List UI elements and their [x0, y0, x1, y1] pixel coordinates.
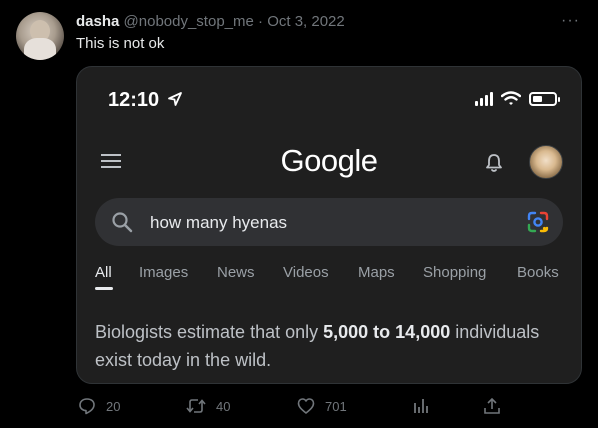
search-bar[interactable]: how many hyenas: [95, 198, 563, 246]
status-time-text: 12:10: [108, 89, 160, 111]
google-logo[interactable]: Google: [77, 143, 581, 179]
share-icon: [484, 397, 500, 414]
like-button[interactable]: 701: [297, 397, 347, 415]
battery-icon: [529, 91, 560, 106]
author-handle[interactable]: @nobody_stop_me: [124, 13, 254, 30]
bell-icon[interactable]: [485, 153, 503, 173]
header-separator: ·: [258, 13, 264, 30]
author-name[interactable]: dasha: [76, 13, 119, 30]
featured-answer: Biologists estimate that only 5,000 to 1…: [95, 318, 565, 374]
location-arrow-icon: [167, 92, 182, 106]
battery-level: [533, 95, 542, 102]
account-avatar[interactable]: [529, 145, 563, 179]
status-bar-icons: [475, 91, 560, 106]
analytics-button[interactable]: [413, 397, 429, 415]
like-count: 701: [325, 398, 347, 414]
like-icon: [297, 398, 315, 414]
reply-icon: [79, 398, 95, 415]
retweet-button[interactable]: 40: [186, 397, 230, 415]
reply-count: 20: [106, 398, 121, 414]
signal-icon: [475, 91, 493, 106]
tweet-media-screenshot[interactable]: 12:10 Google how many hyenas All Images …: [76, 66, 582, 384]
answer-highlight: 5,000 to 14,000: [323, 322, 451, 342]
more-options-icon[interactable]: ···: [561, 12, 580, 30]
share-button[interactable]: [483, 397, 501, 415]
reply-button[interactable]: 20: [78, 397, 120, 415]
analytics-icon: [414, 399, 428, 413]
tweet-header: dasha @nobody_stop_me · Oct 3, 2022: [76, 13, 345, 30]
tab-books[interactable]: Books: [517, 264, 559, 281]
answer-prefix: Biologists estimate that only: [95, 322, 319, 342]
search-icon[interactable]: [111, 211, 133, 233]
avatar-body: [24, 38, 56, 60]
tab-all[interactable]: All: [95, 264, 112, 281]
status-bar-time: 12:10: [108, 89, 183, 112]
author-avatar[interactable]: [16, 12, 64, 60]
tweet-text: This is not ok: [76, 35, 165, 52]
tweet-date[interactable]: Oct 3, 2022: [267, 13, 345, 30]
tab-shopping[interactable]: Shopping: [423, 264, 486, 281]
retweet-icon: [186, 399, 206, 413]
lens-icon[interactable]: [527, 211, 549, 233]
tweet-actions: 20 40 701: [76, 397, 582, 419]
retweet-count: 40: [216, 398, 231, 414]
active-tab-indicator: [95, 287, 113, 290]
wifi-icon: [501, 91, 521, 105]
tab-videos[interactable]: Videos: [283, 264, 329, 281]
tab-news[interactable]: News: [217, 264, 255, 281]
tab-images[interactable]: Images: [139, 264, 188, 281]
tab-maps[interactable]: Maps: [358, 264, 395, 281]
search-query[interactable]: how many hyenas: [150, 213, 287, 233]
